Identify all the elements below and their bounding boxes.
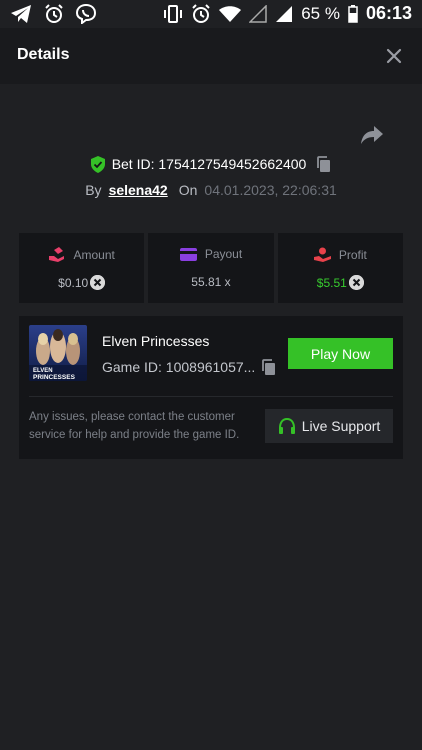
thumb-title-2: PRINCESSES: [33, 374, 76, 381]
profit-value: $5.51: [316, 275, 347, 290]
live-support-label: Live Support: [301, 418, 381, 434]
profit-card: Profit $5.51: [277, 233, 403, 303]
amount-header: Amount: [19, 247, 144, 262]
bet-stats: Amount $0.10 Payout 55.81 x Profit $5.51: [19, 233, 403, 303]
profit-label: Profit: [338, 247, 367, 262]
telegram-icon: [11, 5, 31, 23]
clock: 06:13: [365, 3, 412, 23]
status-right-icons: 65 % 06:13: [163, 3, 412, 24]
share-icon[interactable]: [360, 124, 384, 146]
currency-token-icon: [348, 275, 364, 290]
bet-id-row: Bet ID: 1754127549452662400: [0, 153, 422, 175]
on-label: On: [178, 182, 198, 198]
status-left-icons: [10, 4, 96, 24]
copy-icon[interactable]: [316, 155, 332, 173]
divider: [29, 396, 393, 397]
game-name: Elven Princesses: [102, 333, 210, 349]
amount-value: $0.10: [58, 275, 89, 290]
battery-icon: [348, 4, 358, 23]
copy-icon[interactable]: [261, 359, 277, 376]
username-link[interactable]: selena42: [109, 182, 168, 198]
wifi-icon: [219, 5, 242, 22]
close-icon[interactable]: [384, 46, 404, 66]
game-thumbnail[interactable]: ELVEN PRINCESSES: [29, 325, 87, 381]
payout-label: Payout: [204, 247, 243, 261]
support-message: Any issues, please contact the customer …: [29, 411, 240, 441]
profit-icon: [313, 247, 331, 262]
battery-percent: 65 %: [301, 3, 340, 23]
shield-check-icon: [90, 155, 105, 173]
by-label: By: [85, 182, 102, 198]
payout-card-icon: [179, 247, 197, 261]
headset-icon: [278, 417, 295, 434]
bet-meta-row: By selena42 On 04.01.2023, 22:06:31: [0, 180, 422, 200]
alarm-icon: [45, 4, 63, 23]
signal-icon: [276, 5, 293, 22]
viber-icon: [76, 4, 96, 24]
profit-header: Profit: [278, 247, 403, 262]
bet-id: Bet ID: 1754127549452662400: [111, 156, 307, 172]
bet-datetime: 04.01.2023, 22:06:31: [204, 182, 337, 198]
signal-icon: [249, 4, 267, 23]
payout-value-row: 55.81 x: [148, 275, 273, 289]
profit-value-row: $5.51: [278, 275, 403, 290]
details-header: Details: [0, 28, 422, 84]
alarm-icon: [192, 3, 210, 23]
amount-icon: [49, 247, 65, 262]
live-support-button[interactable]: Live Support: [265, 409, 393, 443]
page-title: Details: [17, 46, 70, 63]
status-bar: 65 % 06:13: [0, 0, 422, 28]
currency-token-icon: [90, 275, 106, 290]
amount-value-row: $0.10: [19, 275, 144, 290]
payout-value: 55.81 x: [191, 275, 231, 289]
game-card: ELVEN PRINCESSES Elven Princesses Game I…: [19, 316, 403, 459]
play-now-button[interactable]: Play Now: [288, 338, 393, 369]
vibrate-icon: [164, 4, 183, 23]
amount-label: Amount: [73, 247, 115, 262]
payout-header: Payout: [148, 247, 273, 261]
game-id: Game ID: 1008961057...: [102, 359, 256, 375]
payout-card: Payout 55.81 x: [148, 233, 274, 303]
amount-card: Amount $0.10: [19, 233, 145, 303]
